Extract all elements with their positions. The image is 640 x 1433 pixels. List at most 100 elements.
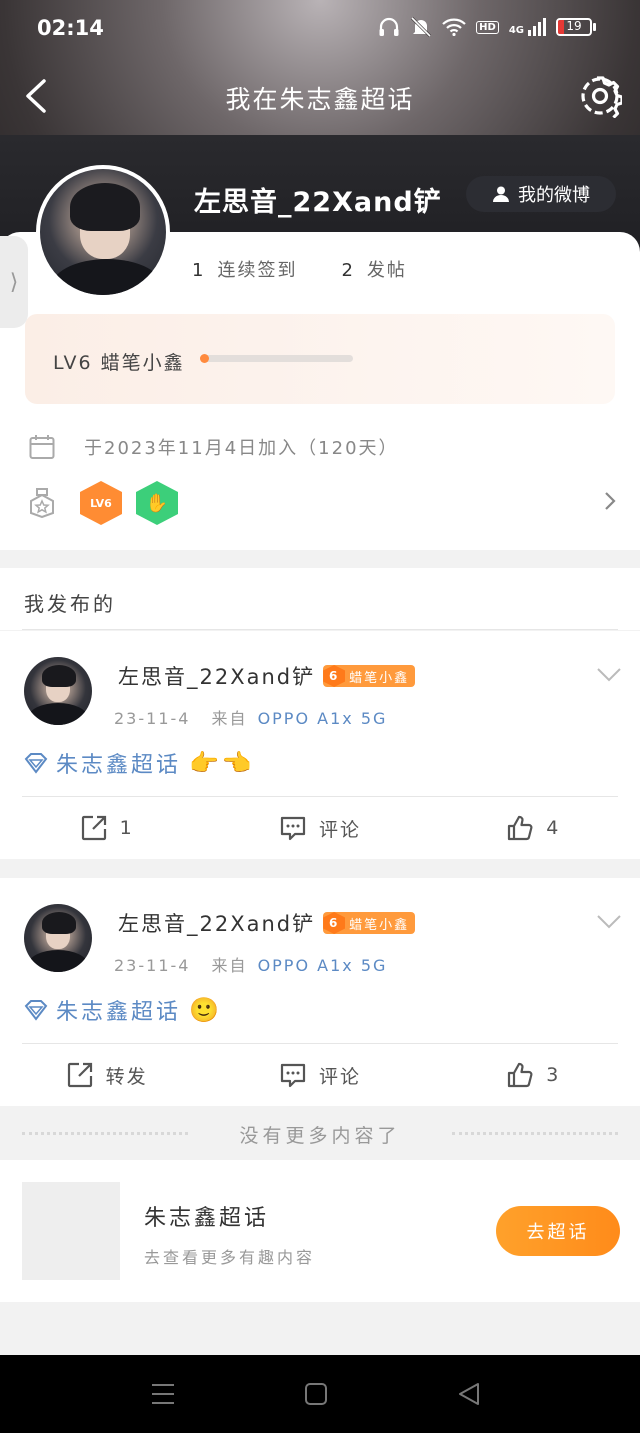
chevron-right-icon: ⟩ (9, 269, 19, 295)
section-title: 我发布的 (24, 592, 116, 616)
mute-bell-icon (411, 16, 432, 38)
post-author-row: 左思音_22Xand铲 6 蜡笔小鑫 (118, 661, 416, 691)
profile-stats: 1 连续签到 2 发帖 (192, 256, 407, 282)
fan-badge-icon: ✋ (136, 481, 178, 525)
go-supertopic-button[interactable]: 去超话 (496, 1206, 620, 1256)
post-device: OPPO A1x 5G (257, 709, 388, 728)
signin-stat[interactable]: 1 连续签到 (192, 256, 297, 282)
level-box[interactable]: LV6 蜡笔小鑫 (25, 314, 615, 404)
post-from: 来自 (211, 956, 248, 975)
post-date: 23-11-4 (114, 956, 191, 975)
diamond-icon (24, 753, 48, 774)
status-time: 02:14 (37, 16, 104, 40)
post-card[interactable]: 左思音_22Xand铲 6 蜡笔小鑫 23-11-4 来自 OPPO A1x 5G … (0, 878, 640, 1106)
post-avatar[interactable] (24, 904, 92, 972)
dotted-divider (452, 1132, 618, 1135)
back-icon[interactable] (456, 1381, 482, 1407)
my-weibo-button[interactable]: 我的微博 (466, 176, 616, 212)
post-meta: 23-11-4 来自 OPPO A1x 5G (114, 705, 387, 729)
repost-label: 转发 (105, 1065, 148, 1088)
medal-row[interactable]: LV6 ✋ (28, 480, 623, 526)
post-author-row: 左思音_22Xand铲 6 蜡笔小鑫 (118, 908, 416, 938)
medal-icon (30, 488, 54, 518)
hd-icon: HD (476, 20, 499, 34)
level-progress-fill (200, 354, 210, 363)
post-emoji: 👉👈 (189, 749, 255, 777)
nav-bar: 我在朱志鑫超话 (0, 58, 640, 136)
profile-username: 左思音_22Xand铲 (194, 187, 442, 218)
level-progress-bar (200, 354, 353, 363)
level-tag: 6 蜡笔小鑫 (323, 912, 416, 934)
comment-button[interactable]: 评论 (213, 797, 426, 859)
posts-label: 发帖 (366, 260, 407, 281)
like-button[interactable]: 3 (427, 1044, 640, 1106)
headphones-icon (379, 17, 399, 36)
topic-text: 朱志鑫超话 (56, 753, 182, 778)
post-meta: 23-11-4 来自 OPPO A1x 5G (114, 952, 387, 976)
post-actions: 转发 评论 3 (0, 1044, 640, 1106)
supertopic-title: 朱志鑫超话 (144, 1206, 270, 1231)
chevron-down-icon[interactable] (596, 667, 622, 683)
user-icon (493, 186, 509, 202)
diamond-icon (24, 1000, 48, 1021)
level-number: 6 (323, 912, 346, 934)
post-actions: 1 评论 4 (0, 797, 640, 859)
thumbs-up-icon (508, 1062, 533, 1088)
comment-icon (280, 816, 306, 841)
post-emoji: 🙂 (189, 996, 222, 1024)
end-of-list: 没有更多内容了 (0, 1106, 640, 1160)
post-card[interactable]: 左思音_22Xand铲 6 蜡笔小鑫 23-11-4 来自 OPPO A1x 5G … (0, 631, 640, 859)
post-avatar[interactable] (24, 657, 92, 725)
chevron-down-icon[interactable] (596, 914, 622, 930)
calendar-icon (29, 435, 55, 459)
lv6-badge: LV6 (80, 481, 122, 525)
share-icon (81, 815, 106, 841)
level-number: 6 (323, 665, 346, 687)
post-topic[interactable]: 朱志鑫超话 👉👈 (24, 747, 255, 779)
comment-label: 评论 (318, 1065, 361, 1088)
post-topic[interactable]: 朱志鑫超话 🙂 (24, 994, 222, 1026)
level-name: 蜡笔小鑫 (349, 670, 410, 686)
profile-avatar[interactable] (36, 165, 170, 299)
signal-icon: 4G (509, 18, 546, 36)
status-bar: 02:14 HD 4G 19 (0, 0, 640, 58)
like-count: 3 (546, 1064, 561, 1086)
home-icon[interactable] (303, 1381, 329, 1407)
level-name: 蜡笔小鑫 (349, 917, 410, 933)
system-nav-bar (0, 1355, 640, 1433)
post-author[interactable]: 左思音_22Xand铲 (118, 908, 315, 938)
battery-icon: 19 (556, 18, 596, 36)
posts-count: 2 (341, 260, 355, 281)
level-tag: 6 蜡笔小鑫 (323, 665, 416, 687)
my-weibo-label: 我的微博 (518, 185, 590, 206)
signin-label: 连续签到 (217, 260, 298, 281)
menu-icon[interactable] (150, 1381, 176, 1407)
wifi-icon (442, 18, 466, 36)
battery-level: 19 (566, 19, 582, 33)
posts-stat[interactable]: 2 发帖 (341, 256, 406, 282)
post-device: OPPO A1x 5G (257, 956, 388, 975)
my-posts-header: 我发布的 (0, 568, 640, 630)
join-date-text: 于2023年11月4日加入（120天） (84, 438, 399, 459)
post-author[interactable]: 左思音_22Xand铲 (118, 661, 315, 691)
supertopic-card[interactable]: 朱志鑫超话 去查看更多有趣内容 去超话 (0, 1160, 640, 1302)
page-title: 我在朱志鑫超话 (225, 85, 415, 114)
repost-button[interactable]: 转发 (0, 1044, 213, 1106)
signal-label: 4G (508, 25, 524, 36)
comment-button[interactable]: 评论 (213, 1044, 426, 1106)
signin-count: 1 (192, 260, 206, 281)
comment-icon (280, 1063, 306, 1088)
like-button[interactable]: 4 (427, 797, 640, 859)
share-icon (67, 1062, 92, 1088)
divider (22, 629, 618, 630)
topic-text: 朱志鑫超话 (56, 1000, 182, 1025)
level-text: LV6 蜡笔小鑫 (53, 352, 185, 374)
comment-label: 评论 (318, 818, 361, 841)
supertopic-thumbnail (22, 1182, 120, 1280)
repost-label: 1 (119, 817, 134, 839)
post-from: 来自 (211, 709, 248, 728)
supertopic-subtitle: 去查看更多有趣内容 (144, 1248, 316, 1267)
gear-icon[interactable] (578, 74, 622, 118)
side-drawer-handle[interactable]: ⟩ (0, 236, 28, 328)
repost-button[interactable]: 1 (0, 797, 213, 859)
